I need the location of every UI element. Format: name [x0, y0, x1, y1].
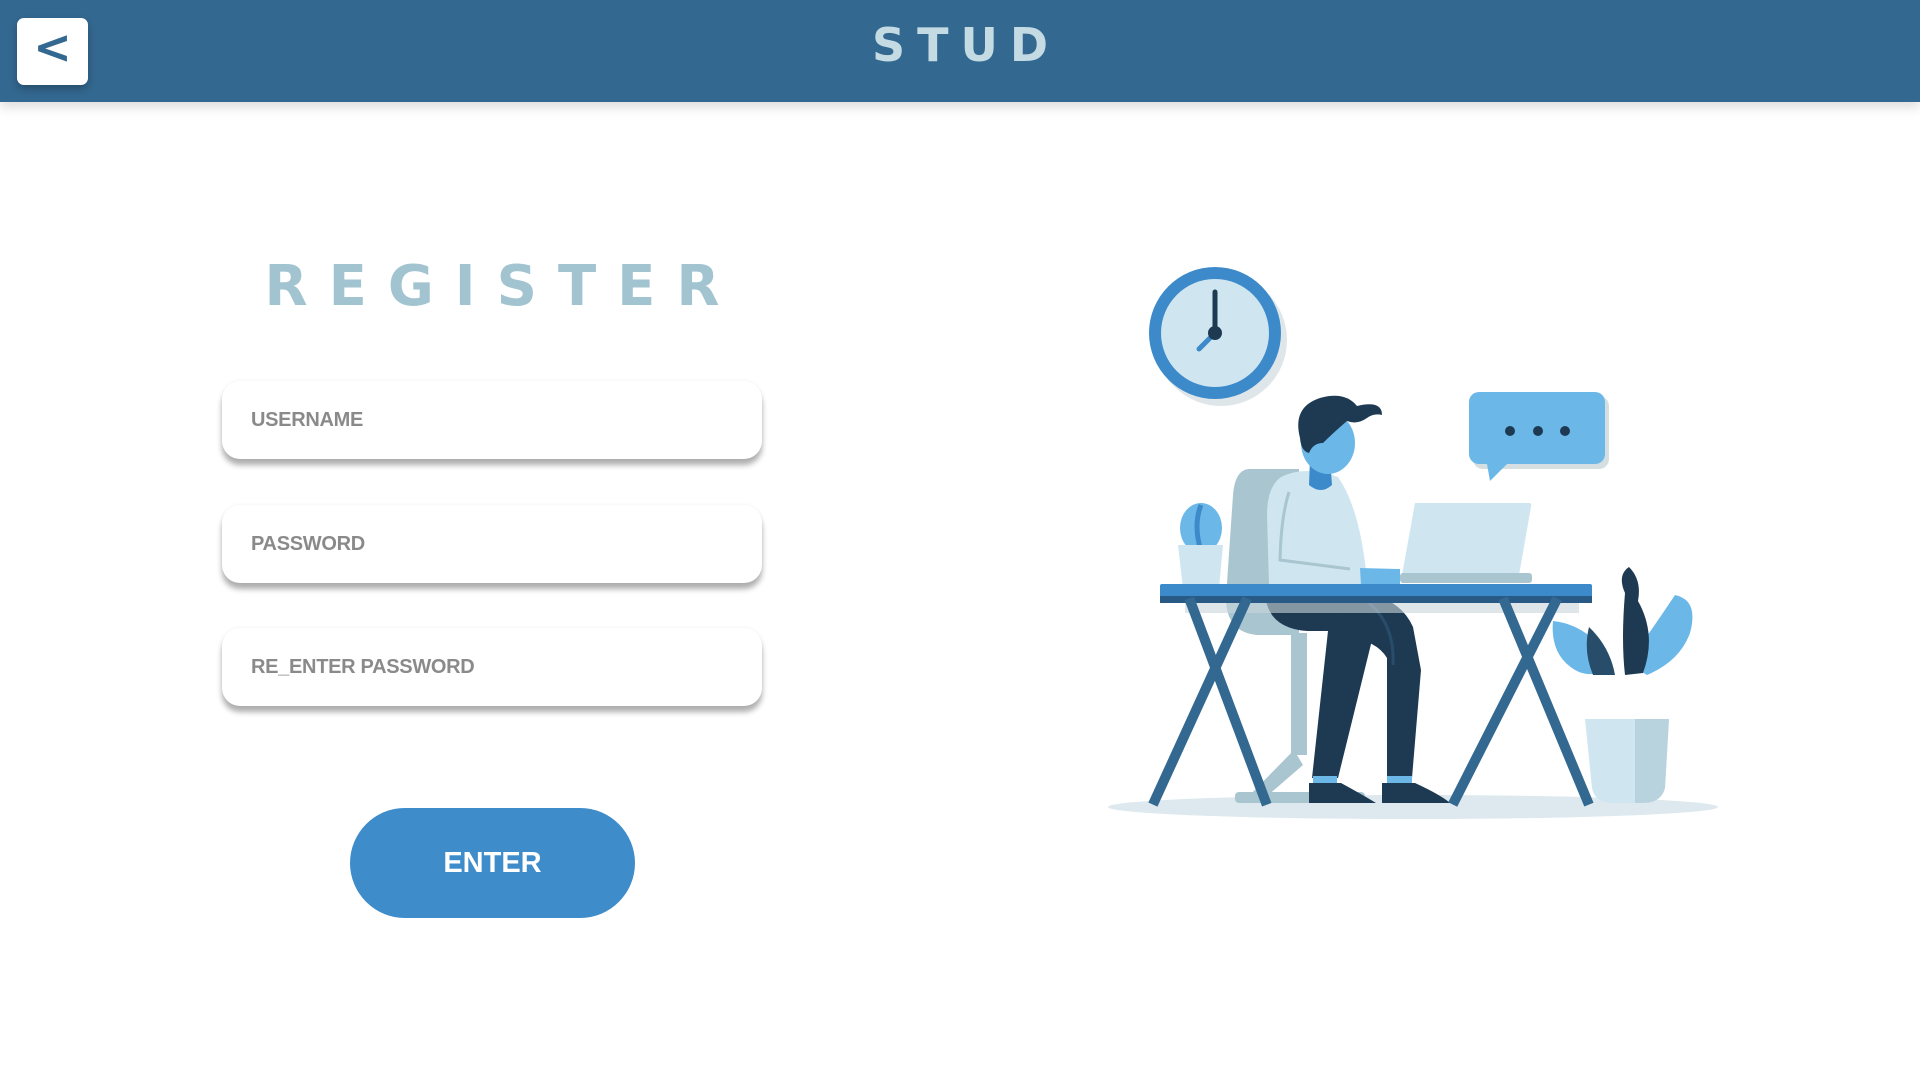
username-field[interactable] — [222, 381, 762, 459]
password-input[interactable] — [249, 531, 762, 557]
top-header-bar: < STUD — [0, 0, 1920, 102]
cactus-pot-icon — [1178, 503, 1223, 588]
password-field[interactable] — [222, 505, 762, 583]
person-at-desk-illustration — [1108, 267, 1718, 819]
enter-button[interactable]: ENTER — [350, 808, 635, 918]
reenter-password-field[interactable] — [222, 628, 762, 706]
wall-clock-icon — [1149, 267, 1287, 406]
laptop-icon — [1400, 503, 1532, 583]
chat-bubble-icon — [1469, 392, 1609, 481]
register-heading: REGISTER — [264, 254, 741, 319]
app-title: STUD — [871, 18, 1061, 72]
reenter-password-input[interactable] — [249, 654, 762, 680]
username-input[interactable] — [249, 407, 762, 433]
